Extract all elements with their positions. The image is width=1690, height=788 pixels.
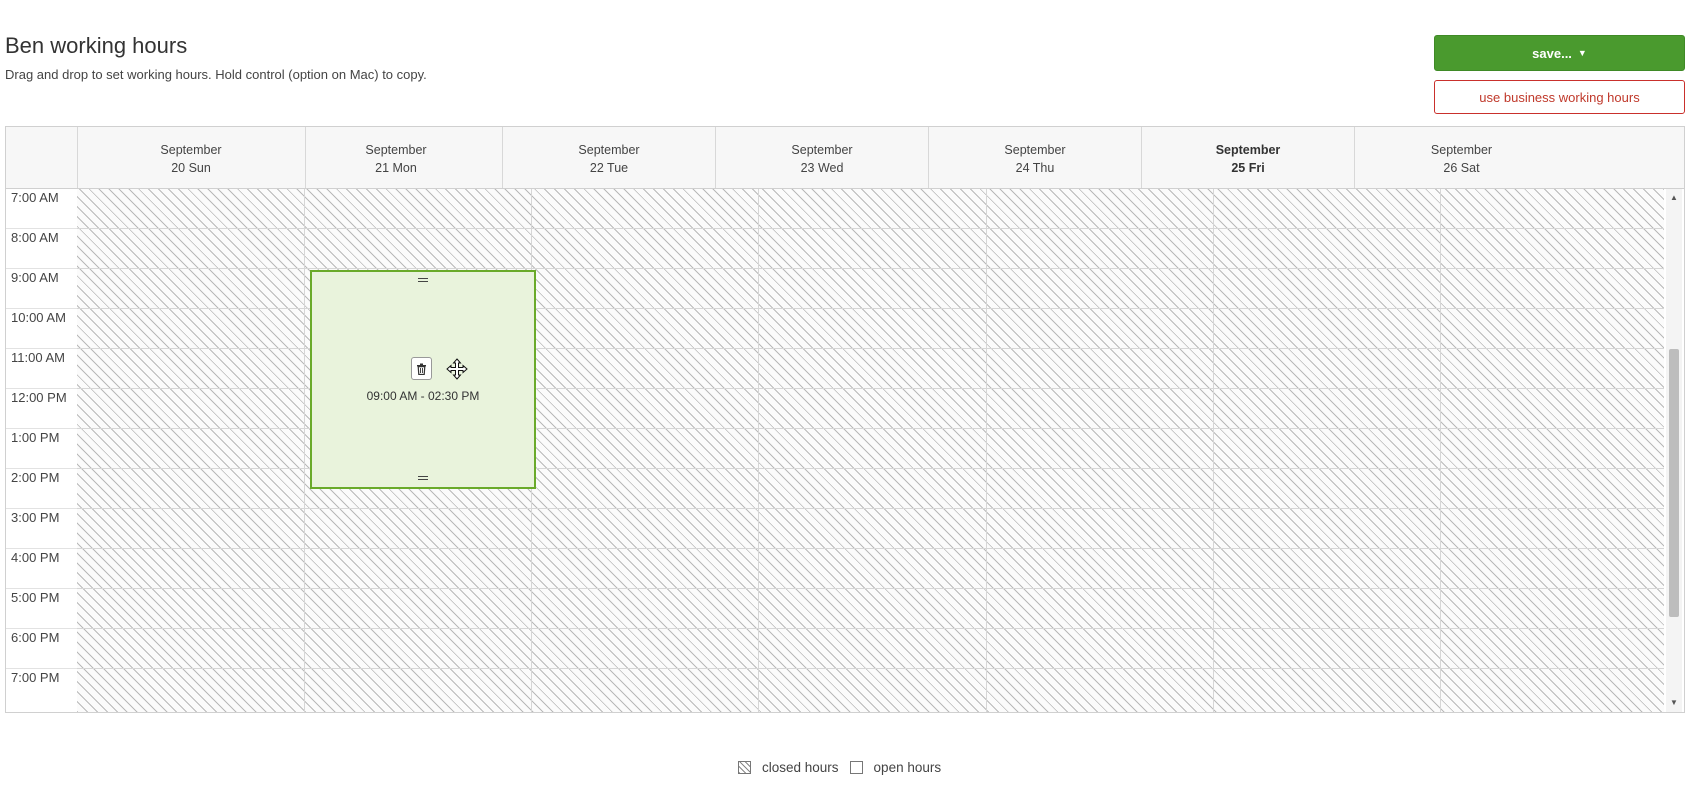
- grid-day-line: [1213, 189, 1214, 712]
- vertical-scrollbar[interactable]: ▲ ▼: [1666, 189, 1682, 712]
- hour-label: 2:00 PM: [11, 470, 60, 485]
- hour-divider: [6, 508, 77, 509]
- day-header-month: September: [365, 143, 427, 157]
- hour-label: 7:00 AM: [11, 190, 59, 205]
- save-button-label: save...: [1532, 45, 1572, 61]
- scrollbar-thumb[interactable]: [1669, 349, 1679, 617]
- hour-divider: [6, 668, 77, 669]
- legend-open-label: open hours: [873, 760, 942, 775]
- hour-divider: [6, 588, 77, 589]
- grid-hour-line: [77, 588, 1664, 589]
- grid-day-line: [758, 189, 759, 712]
- day-header-month: September: [1004, 143, 1066, 157]
- resize-handle-top[interactable]: [418, 278, 428, 282]
- grid-hour-line: [77, 508, 1664, 509]
- calendar-body: 7:00 AM 8:00 AM 9:00 AM 10:00 AM 11:00 A…: [6, 189, 1684, 712]
- grid-day-line: [986, 189, 987, 712]
- day-header-wed: September 23 Wed: [716, 127, 929, 188]
- hour-divider: [6, 348, 77, 349]
- scroll-up-arrow-icon[interactable]: ▲: [1666, 191, 1682, 205]
- time-gutter: 7:00 AM 8:00 AM 9:00 AM 10:00 AM 11:00 A…: [6, 189, 78, 712]
- day-header-date: 24 Thu: [1015, 161, 1055, 175]
- day-header-month: September: [1215, 143, 1281, 157]
- day-header-mon: September 21 Mon: [290, 127, 503, 188]
- day-header-thu: September 24 Thu: [929, 127, 1142, 188]
- day-header-month: September: [791, 143, 853, 157]
- day-header-date: 20 Sun: [171, 161, 211, 175]
- open-hours-swatch-icon: [849, 761, 863, 774]
- day-header-month: September: [578, 143, 640, 157]
- page-subtitle: Drag and drop to set working hours. Hold…: [5, 67, 427, 82]
- move-cursor-icon[interactable]: [446, 358, 468, 380]
- legend: closed hours open hours: [738, 760, 941, 775]
- hour-label: 12:00 PM: [11, 390, 67, 405]
- grid-day-line: [304, 189, 305, 712]
- hour-divider: [6, 548, 77, 549]
- page-title: Ben working hours: [5, 33, 188, 58]
- hour-label: 8:00 AM: [11, 230, 59, 245]
- legend-closed-label: closed hours: [762, 760, 839, 775]
- day-header-month: September: [1430, 143, 1493, 157]
- grid-hour-line: [77, 228, 1664, 229]
- hour-label: 6:00 PM: [11, 630, 60, 645]
- hour-label: 1:00 PM: [11, 430, 60, 445]
- grid-hour-line: [77, 628, 1664, 629]
- hour-divider: [6, 428, 77, 429]
- day-header-fri: September 25 Fri: [1142, 127, 1355, 188]
- use-business-hours-button[interactable]: use business working hours: [1434, 80, 1685, 114]
- day-header-date: 22 Tue: [589, 161, 629, 175]
- hour-divider: [6, 468, 77, 469]
- caret-down-icon: ▼: [1577, 48, 1587, 58]
- header-corner: [6, 127, 78, 188]
- hour-label: 7:00 PM: [11, 670, 60, 685]
- hour-divider: [6, 628, 77, 629]
- closed-hours-swatch-icon: [738, 761, 751, 774]
- working-hours-block[interactable]: 09:00 AM - 02:30 PM: [310, 270, 536, 489]
- hour-divider: [6, 228, 77, 229]
- day-header-date: 21 Mon: [375, 161, 417, 175]
- grid-day-line: [1440, 189, 1441, 712]
- hour-label: 9:00 AM: [11, 270, 59, 285]
- hour-label: 5:00 PM: [11, 590, 60, 605]
- hour-divider: [6, 268, 77, 269]
- day-header-date: 25 Fri: [1231, 161, 1265, 175]
- grid-hour-line: [77, 268, 1664, 269]
- hour-label: 11:00 AM: [11, 350, 65, 365]
- trash-icon[interactable]: [411, 357, 432, 380]
- hour-divider: [6, 388, 77, 389]
- working-hours-calendar: September 20 Sun September 21 Mon Septem…: [5, 126, 1685, 713]
- grid-hour-line: [77, 668, 1664, 669]
- scroll-down-arrow-icon[interactable]: ▼: [1666, 696, 1682, 710]
- day-header-tue: September 22 Tue: [503, 127, 716, 188]
- day-header-date: 23 Wed: [800, 161, 844, 175]
- hour-label: 4:00 PM: [11, 550, 60, 565]
- grid-hour-line: [77, 548, 1664, 549]
- day-header-date: 26 Sat: [1443, 161, 1480, 175]
- day-header-sun: September 20 Sun: [77, 127, 306, 188]
- block-time-range: 09:00 AM - 02:30 PM: [366, 389, 480, 403]
- hour-label: 3:00 PM: [11, 510, 60, 525]
- save-button[interactable]: save... ▼: [1434, 35, 1685, 71]
- resize-handle-bottom[interactable]: [418, 476, 428, 480]
- hour-divider: [6, 308, 77, 309]
- day-header-month: September: [160, 143, 222, 157]
- hour-label: 10:00 AM: [11, 310, 66, 325]
- calendar-header: September 20 Sun September 21 Mon Septem…: [6, 127, 1684, 189]
- day-header-sat: September 26 Sat: [1355, 127, 1568, 188]
